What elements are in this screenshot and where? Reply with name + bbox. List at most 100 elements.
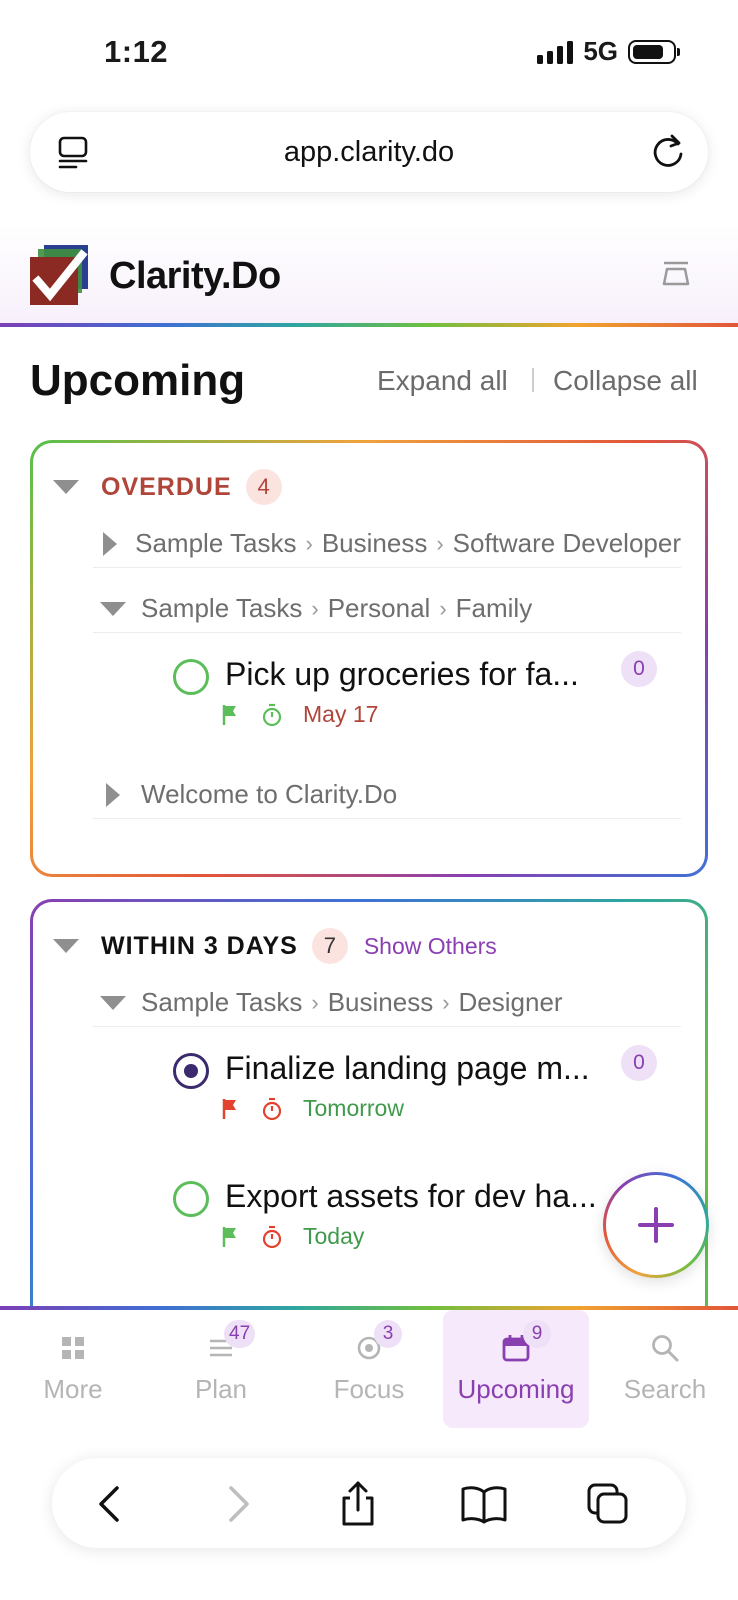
collapse-header-icon[interactable] (662, 261, 690, 287)
reader-mode-icon[interactable] (58, 136, 90, 170)
flag-icon (222, 704, 236, 725)
task-title[interactable]: Finalize landing page m... (225, 1050, 590, 1087)
breadcrumb-segment: Business (321, 528, 428, 558)
tab-more[interactable]: More (0, 1310, 146, 1428)
bookmarks-button[interactable] (458, 1478, 510, 1530)
battery-icon (628, 39, 680, 64)
overdue-header[interactable]: OVERDUE 4 (53, 469, 282, 505)
collapse-triangle-icon[interactable] (100, 995, 126, 1010)
collapse-triangle-icon[interactable] (53, 480, 79, 494)
timer-icon (262, 1225, 282, 1248)
show-others-link[interactable]: Show Others (364, 933, 497, 960)
chevron-right-icon: › (311, 595, 319, 621)
chevron-right-icon: › (436, 530, 444, 556)
task-checkbox[interactable] (173, 1053, 209, 1089)
chevron-right-icon (229, 1486, 249, 1522)
task-checkbox[interactable] (173, 659, 209, 695)
tab-bar: More 47 Plan 3 Focus 9 Upcoming Search (0, 1310, 738, 1428)
breadcrumb-segment: Sample Tasks (141, 593, 303, 623)
browser-toolbar (52, 1458, 686, 1548)
breadcrumb-segment: Software Developer (452, 528, 681, 558)
count-badge: 7 (311, 928, 348, 964)
tab-badge: 9 (523, 1320, 551, 1348)
collapse-triangle-icon[interactable] (53, 939, 79, 953)
count-badge: 4 (245, 469, 282, 505)
project-group[interactable]: Sample Tasks › Business › Software Devel… (93, 520, 681, 568)
flag-icon (222, 1098, 236, 1119)
share-button[interactable] (332, 1478, 384, 1530)
reload-icon[interactable] (650, 132, 686, 170)
task-title[interactable]: Export assets for dev ha... (225, 1178, 597, 1215)
collapse-triangle-icon[interactable] (100, 601, 126, 616)
flag-icon (222, 1226, 236, 1247)
section-title: WITHIN 3 DAYS (101, 931, 298, 960)
task-meta: Tomorrow (221, 1095, 404, 1122)
tab-plan[interactable]: 47 Plan (148, 1310, 294, 1428)
due-date: May 17 (303, 701, 379, 727)
breadcrumb-segment: Family (455, 593, 533, 623)
book-icon (461, 1486, 507, 1524)
divider (532, 368, 534, 392)
expand-all-button[interactable]: Expand all (377, 365, 508, 397)
task-title[interactable]: Pick up groceries for fa... (225, 656, 579, 693)
clarity-logo-icon (30, 245, 88, 305)
section-title: OVERDUE (101, 472, 232, 501)
brand-name: Clarity.Do (109, 255, 281, 297)
page-title: Upcoming (30, 356, 246, 405)
tabs-button[interactable] (582, 1478, 634, 1530)
due-date: Today (303, 1223, 365, 1249)
due-date: Tomorrow (303, 1095, 404, 1121)
app-header: Clarity.Do (0, 225, 738, 325)
chevron-left-icon (99, 1486, 119, 1522)
project-group[interactable]: Sample Tasks › Personal › Family (93, 585, 681, 633)
tab-focus[interactable]: 3 Focus (296, 1310, 442, 1428)
forward-button[interactable] (212, 1478, 264, 1530)
collapse-all-button[interactable]: Collapse all (553, 365, 698, 397)
within-3-days-section: WITHIN 3 DAYS 7 Show Others Sample Tasks… (30, 899, 708, 1319)
breadcrumb-segment: Sample Tasks (141, 987, 303, 1017)
header-divider (0, 323, 738, 327)
tab-upcoming[interactable]: 9 Upcoming (443, 1310, 589, 1428)
project-group[interactable]: Sample Tasks › Business › Designer (93, 979, 681, 1027)
tab-badge: 47 (224, 1320, 256, 1348)
task-meta: Today (221, 1223, 364, 1250)
tab-label: Search (623, 1374, 707, 1404)
signal-icon (537, 40, 574, 64)
breadcrumb-segment: Sample Tasks (135, 528, 297, 558)
subtask-count-badge: 0 (621, 1045, 657, 1081)
timer-icon (262, 703, 282, 726)
search-icon (652, 1335, 679, 1362)
add-task-button[interactable] (603, 1172, 709, 1278)
project-group[interactable]: Welcome to Clarity.Do (93, 771, 681, 819)
overdue-section: OVERDUE 4 Sample Tasks › Business › Soft… (30, 440, 708, 877)
plus-icon (638, 1207, 674, 1243)
task-checkbox[interactable] (173, 1181, 209, 1217)
tab-label: Focus (333, 1374, 405, 1404)
tab-label: More (43, 1374, 103, 1404)
expand-triangle-icon[interactable] (103, 531, 118, 556)
tab-label: Upcoming (457, 1374, 575, 1404)
back-button[interactable] (84, 1478, 136, 1530)
breadcrumb-segment: Welcome to Clarity.Do (141, 779, 398, 809)
breadcrumb-segment: Designer (458, 987, 563, 1017)
chevron-right-icon: › (442, 989, 450, 1015)
tab-label: Plan (194, 1374, 248, 1404)
chevron-right-icon: › (311, 989, 319, 1015)
share-icon (342, 1481, 374, 1526)
expand-triangle-icon[interactable] (106, 782, 120, 807)
grid-icon (62, 1337, 84, 1359)
within-3-days-header[interactable]: WITHIN 3 DAYS 7 Show Others (53, 928, 497, 964)
network-label: 5G (583, 36, 618, 66)
chevron-right-icon: › (439, 595, 447, 621)
url-text[interactable]: app.clarity.do (30, 136, 708, 169)
timer-icon (262, 1097, 282, 1120)
address-bar[interactable]: app.clarity.do (30, 112, 708, 192)
tabs-icon (587, 1483, 628, 1524)
chevron-right-icon: › (305, 530, 313, 556)
tab-search[interactable]: Search (592, 1310, 738, 1428)
status-indicators: 5G (537, 36, 680, 67)
breadcrumb-segment: Business (327, 987, 434, 1017)
breadcrumb-segment: Personal (327, 593, 431, 623)
tab-badge: 3 (374, 1320, 402, 1348)
status-time: 1:12 (104, 34, 169, 69)
